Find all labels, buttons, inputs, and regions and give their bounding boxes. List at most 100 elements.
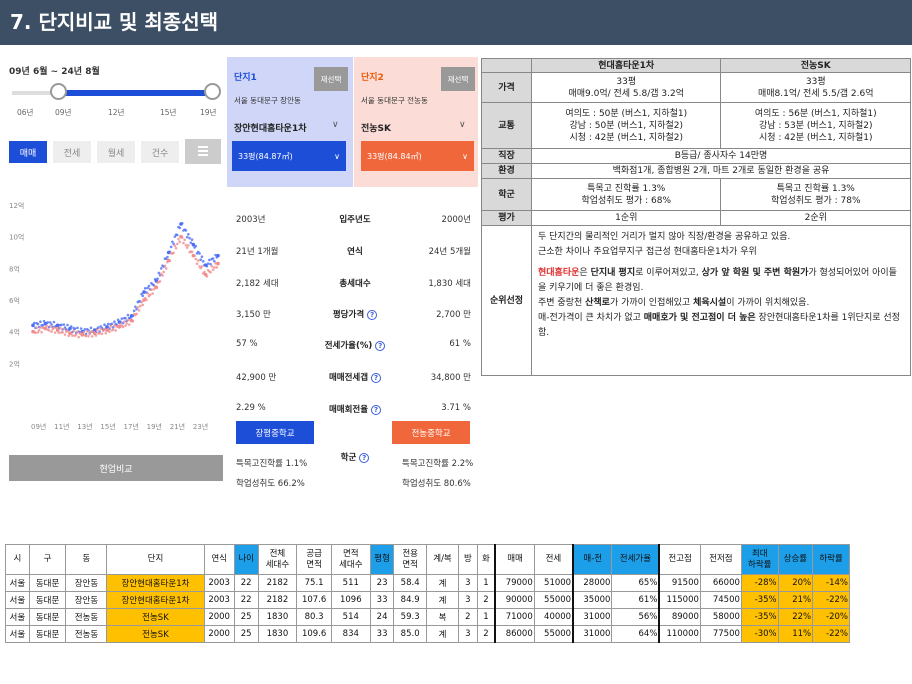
chevron-down-icon: ∨ (334, 151, 340, 161)
price-complex1: 33평 매매9.0억/ 전세 5.8/갭 3.2억 (530, 72, 722, 103)
school2-button[interactable]: 전농중학교 (392, 421, 470, 444)
school1-button[interactable]: 장평중학교 (236, 421, 314, 444)
data-point-interp (98, 331, 101, 335)
tab-sale[interactable]: 매매 (9, 141, 47, 163)
x-tick-label: 09년 (31, 422, 46, 431)
data-point-interp (193, 254, 196, 258)
data-point-interp (36, 322, 40, 326)
data-point-interp (194, 244, 198, 248)
data-point-interp (111, 328, 115, 331)
data-point-interp (61, 331, 64, 334)
complex1-name[interactable]: 장안현대홈타운1차 (234, 121, 307, 134)
data-point-interp (126, 318, 130, 322)
table-cell: -20% (812, 608, 850, 626)
help-icon[interactable]: ? (371, 372, 382, 383)
data-point-interp (52, 320, 56, 324)
table-cell: 22 (233, 574, 259, 592)
tab-count[interactable]: 건수 (141, 141, 179, 163)
table-cell: 71000 (494, 608, 535, 626)
x-tick-label: 23년 (193, 422, 208, 431)
table-cell: 3 (458, 625, 478, 643)
range-handle-start[interactable] (50, 83, 67, 100)
column-header: 전용 면적 (393, 544, 427, 575)
slider-year-label: 19년 (200, 108, 217, 117)
chevron-down-icon[interactable]: ∨ (332, 120, 339, 130)
table-cell: 3 (458, 591, 478, 609)
rank-complex2: 2순위 (720, 210, 911, 226)
school-complex2: 특목고 진학률 1.3% 학업성취도 평가 : 78% (720, 178, 911, 211)
complex2-name[interactable]: 전농SK (361, 121, 391, 134)
range-handle-end[interactable] (204, 83, 221, 100)
help-icon[interactable]: ? (371, 404, 382, 415)
table-view-icon[interactable] (185, 139, 221, 164)
table-cell: 장안현대홈타운1차 (106, 574, 205, 592)
compare-label: 전세가율(%)? (310, 339, 400, 351)
complex1-size-select[interactable]: 33평(84.87㎡) ∨ (232, 141, 346, 171)
complex2-reselect-button[interactable]: 재선택 (441, 67, 475, 91)
data-point-interp (187, 243, 190, 247)
column-header: 면적 세대수 (330, 544, 371, 575)
slider-year-label: 15년 (160, 108, 177, 117)
data-point-interp (108, 330, 111, 334)
data-point (55, 328, 60, 332)
data-point-interp (201, 260, 205, 263)
period-label: 09년 6월 ~ 24년 8월 (9, 67, 100, 77)
data-point-interp (124, 316, 127, 320)
data-point-interp (114, 329, 117, 332)
table-cell: 40000 (533, 608, 574, 626)
data-point-interp (194, 257, 198, 261)
help-icon[interactable]: ? (367, 309, 378, 320)
table-cell: 109.6 (296, 625, 332, 643)
table-cell: 장안동 (65, 574, 108, 592)
column-header: 평형 (369, 544, 395, 575)
table-cell: 2 (458, 608, 478, 626)
price-history-chart: 12억 10억 8억 6억 4억 2억 09년 11년 13년 15년 17년 19년 21년 23년 (9, 202, 220, 431)
table-cell: 75.1 (296, 574, 332, 592)
table-cell: 59.3 (393, 608, 427, 626)
tab-monthly[interactable]: 월세 (97, 141, 135, 163)
data-point-interp (184, 243, 188, 247)
data-point-interp (126, 313, 130, 317)
data-point-interp (176, 242, 179, 246)
x-tick-label: 11년 (54, 422, 69, 431)
data-point-interp (120, 317, 124, 320)
data-point-interp (82, 330, 85, 334)
compare-label: 총세대수 (339, 279, 371, 289)
compare-button[interactable]: 현업비교 (9, 455, 223, 481)
column-header: 방 (458, 544, 478, 575)
data-point-interp (39, 320, 42, 323)
column-header: 매매 (494, 544, 535, 575)
data-point-interp (177, 237, 180, 241)
data-point-interp (183, 238, 186, 242)
y-tick-label: 6억 (9, 297, 20, 305)
data-point-interp (139, 304, 142, 308)
table-cell: 80.3 (296, 608, 332, 626)
data-point-interp (141, 303, 145, 307)
data-point-interp (50, 330, 53, 333)
table-cell: 86000 (494, 625, 535, 643)
table-row: 서울 동대문 전농동 전농SK 2000 25 1830 109.6 834 33 85.0 계 3 2 8… (5, 625, 850, 643)
complex-data-table: 시 구 동 단지 연식 나이 전체 세대수 공급 면적 면적 세대수 평형 전용 면적 계/복 방 화 매매… (5, 544, 850, 643)
data-point-interp (188, 236, 191, 240)
help-icon[interactable]: ? (375, 340, 386, 351)
data-point-interp (136, 306, 140, 309)
table-cell: -35% (740, 591, 779, 609)
table-cell: 11% (777, 625, 814, 643)
complex2-size-select[interactable]: 33평(84.84㎡) ∨ (361, 141, 474, 171)
table-row: 서울 동대문 장안동 장안현대홈타운1차 2003 22 2182 75.1 511 23 58.4… (5, 574, 850, 592)
compare-label: 연식 (347, 247, 363, 257)
chevron-down-icon[interactable]: ∨ (459, 120, 466, 130)
complex1-reselect-button[interactable]: 재선택 (314, 67, 348, 91)
series-0 (31, 222, 220, 336)
data-point-interp (39, 326, 42, 329)
data-point-interp (180, 222, 184, 225)
data-point-interp (162, 270, 166, 274)
table-cell: 25 (233, 625, 259, 643)
data-point-interp (62, 327, 66, 331)
data-point-interp (62, 323, 66, 326)
help-icon[interactable]: ? (359, 452, 370, 463)
data-point-interp (196, 259, 200, 262)
compare-left-value: 3,150 만 (236, 310, 271, 320)
tab-jeonse[interactable]: 전세 (53, 141, 91, 163)
env-info: 백화점1개, 종합병원 2개, 마트 2개로 동일한 환경을 공유 (531, 163, 911, 179)
